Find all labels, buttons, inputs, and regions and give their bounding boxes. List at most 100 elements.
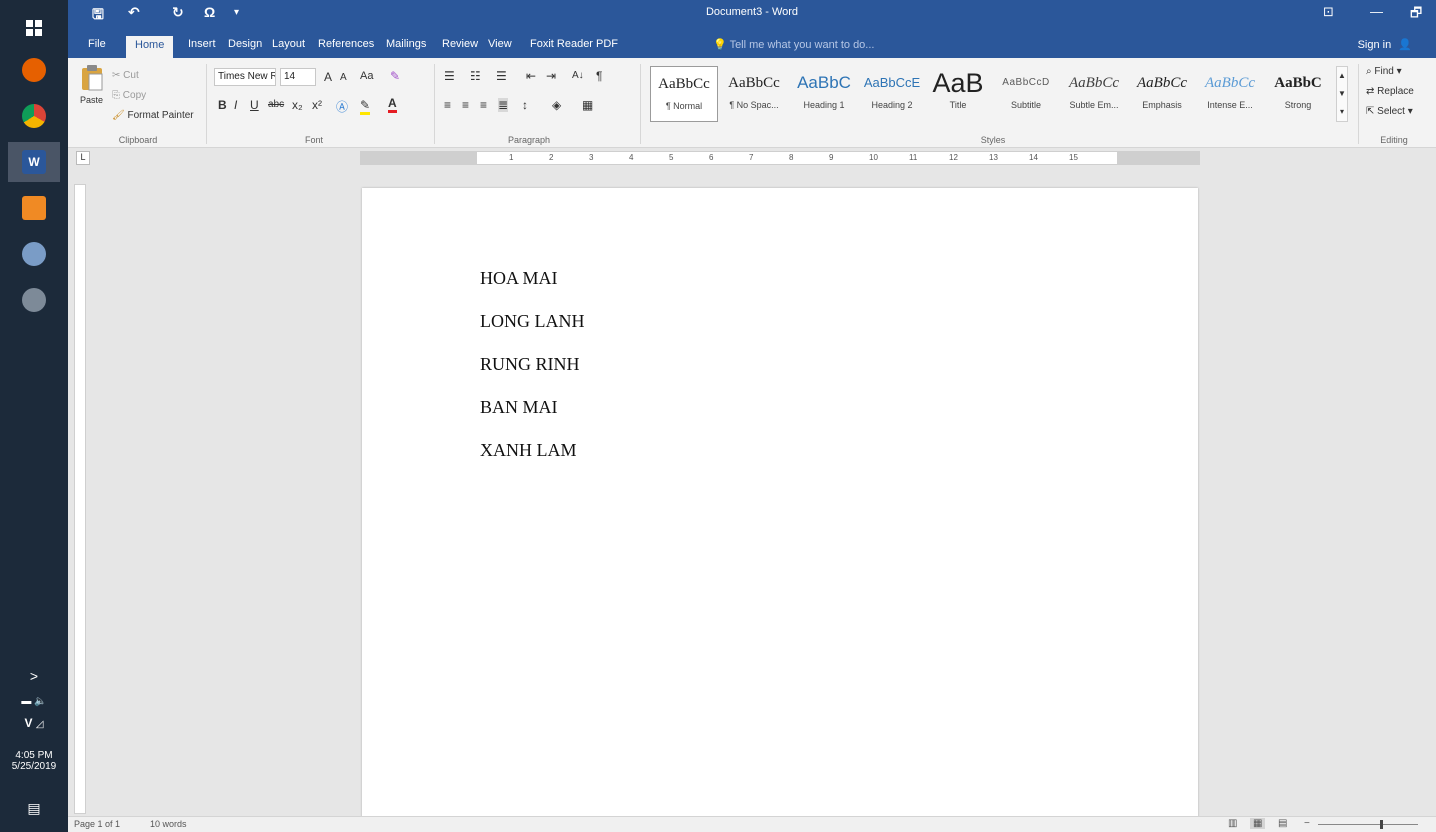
word-count[interactable]: 10 words [150, 819, 187, 829]
superscript-icon[interactable]: x² [312, 98, 322, 112]
input-method-indicator[interactable]: V ◿ [0, 716, 68, 730]
web-layout-icon[interactable]: ▤ [1278, 818, 1287, 829]
taskbar-word[interactable]: W [8, 142, 60, 182]
document-line[interactable]: HOA MAI [480, 268, 558, 289]
tab-selector[interactable]: L [76, 151, 90, 165]
shading-icon[interactable]: ◈ [552, 98, 561, 112]
network-volume-icons[interactable]: ▬ 🔈 [0, 696, 68, 707]
page-count[interactable]: Page 1 of 1 [74, 819, 120, 829]
sort-icon[interactable]: A↓ [572, 70, 584, 81]
document-line[interactable]: XANH LAM [480, 440, 577, 461]
font-color-icon[interactable]: A [388, 96, 397, 113]
vertical-ruler[interactable] [74, 184, 86, 814]
clear-formatting-icon[interactable]: ✎ [390, 69, 400, 83]
zoom-slider[interactable] [1318, 820, 1418, 829]
tab-design[interactable]: Design [228, 38, 262, 50]
ribbon-display-options-icon[interactable]: ⊡ [1323, 4, 1334, 20]
style-no-spacing[interactable]: AaBbCc ¶ No Spac... [720, 66, 788, 122]
left-margin-shade [361, 152, 477, 164]
style-title[interactable]: AaB Title [924, 66, 992, 122]
tab-foxit-reader-pdf[interactable]: Foxit Reader PDF [530, 38, 618, 50]
taskbar-app-gray[interactable] [14, 280, 54, 320]
italic-icon[interactable]: I [234, 98, 237, 112]
clock[interactable]: 4:05 PM 5/25/2019 [0, 750, 68, 772]
tab-review[interactable]: Review [442, 38, 478, 50]
style-normal[interactable]: AaBbCc ¶ Normal [650, 66, 718, 122]
styles-scroll[interactable]: ▲ ▼ ▾ [1336, 66, 1348, 122]
font-name-combo[interactable]: Times New Ro [214, 68, 276, 86]
select-button[interactable]: ⇱ Select ▾ [1366, 106, 1413, 117]
style-subtitle[interactable]: AaBbCcD Subtitle [992, 66, 1060, 122]
taskbar-app-orange[interactable] [14, 188, 54, 228]
zoom-out-icon[interactable]: − [1304, 818, 1310, 829]
scroll-down-icon[interactable]: ▼ [1337, 85, 1347, 103]
start-button[interactable] [14, 8, 54, 48]
align-right-icon[interactable]: ≡ [480, 98, 487, 112]
status-bar: Page 1 of 1 10 words ▥ ▦ ▤ − [68, 816, 1436, 832]
replace-button[interactable]: ⇄ Replace [1366, 86, 1414, 97]
line-spacing-icon[interactable]: ↕ [522, 98, 528, 112]
minimize-button[interactable]: — [1370, 4, 1383, 19]
zoom-slider-thumb[interactable] [1380, 820, 1383, 829]
copy-button[interactable]: ⎘ Copy [112, 90, 146, 101]
bullets-icon[interactable]: ☰ [444, 69, 455, 83]
styles-more-icon[interactable]: ▾ [1337, 103, 1347, 121]
text-effects-icon[interactable]: Ⓐ [336, 98, 348, 115]
taskbar-app-paint[interactable] [14, 234, 54, 274]
format-painter-button[interactable]: 🖌 Format Painter [112, 110, 194, 121]
ruler-number: 9 [829, 153, 834, 162]
tab-home[interactable]: Home [126, 36, 174, 58]
style-heading-2[interactable]: AaBbCcE Heading 2 [858, 66, 926, 122]
read-mode-icon[interactable]: ▥ [1228, 818, 1237, 829]
ruler-number: 6 [709, 153, 714, 162]
strikethrough-icon[interactable]: abc [268, 99, 284, 110]
document-line[interactable]: LONG LANH [480, 311, 584, 332]
font-size-combo[interactable]: 14 [280, 68, 316, 86]
bold-icon[interactable]: B [218, 98, 227, 112]
scroll-up-icon[interactable]: ▲ [1337, 67, 1347, 85]
subscript-icon[interactable]: x₂ [292, 98, 303, 112]
tab-layout[interactable]: Layout [272, 38, 305, 50]
tab-mailings[interactable]: Mailings [386, 38, 426, 50]
taskbar-firefox[interactable] [14, 50, 54, 90]
shrink-font-icon[interactable]: A [340, 72, 347, 83]
action-center-icon[interactable]: ▤ [0, 800, 68, 817]
paste-button[interactable]: Paste [80, 64, 106, 106]
increase-indent-icon[interactable]: ⇥ [546, 69, 556, 83]
style-strong[interactable]: AaBbC Strong [1264, 66, 1332, 122]
borders-icon[interactable]: ▦ [582, 98, 593, 112]
change-case-icon[interactable]: Aa [360, 70, 373, 82]
tab-references[interactable]: References [318, 38, 374, 50]
justify-icon[interactable]: ≣ [498, 98, 509, 112]
print-layout-icon[interactable]: ▦ [1250, 818, 1266, 829]
multilevel-list-icon[interactable]: ☰ [496, 69, 507, 83]
style-intense-emphasis[interactable]: AaBbCc Intense E... [1196, 66, 1264, 122]
ruler-number: 12 [949, 153, 958, 162]
align-center-icon[interactable]: ≡ [462, 98, 469, 112]
restore-button[interactable]: 🗗 [1410, 4, 1422, 26]
styles-group-label: Styles [980, 135, 1006, 145]
style-subtle-emphasis[interactable]: AaBbCc Subtle Em... [1060, 66, 1128, 122]
document-line[interactable]: RUNG RINH [480, 354, 580, 375]
show-hidden-icons-button[interactable]: > [0, 668, 68, 684]
style-emphasis[interactable]: AaBbCc Emphasis [1128, 66, 1196, 122]
document-page[interactable]: HOA MAI LONG LANH RUNG RINH BAN MAI XANH… [362, 188, 1198, 818]
style-heading-1[interactable]: AaBbC Heading 1 [790, 66, 858, 122]
align-left-icon[interactable]: ≡ [444, 98, 451, 112]
taskbar-chrome[interactable] [14, 96, 54, 136]
numbering-icon[interactable]: ☷ [470, 69, 481, 83]
sign-in-link[interactable]: Sign in 👤 [1358, 38, 1412, 51]
grow-font-icon[interactable]: A [324, 70, 332, 84]
document-line[interactable]: BAN MAI [480, 397, 558, 418]
decrease-indent-icon[interactable]: ⇤ [526, 69, 536, 83]
tab-view[interactable]: View [488, 38, 512, 50]
tab-insert[interactable]: Insert [188, 38, 216, 50]
horizontal-ruler[interactable]: 1 2 3 4 5 6 7 8 9 10 11 12 13 14 15 [360, 151, 1200, 165]
highlight-icon[interactable]: ✎ [360, 98, 371, 115]
show-formatting-icon[interactable]: ¶ [596, 69, 602, 83]
cut-button[interactable]: ✂ Cut [112, 70, 139, 81]
underline-icon[interactable]: U [250, 98, 259, 112]
tab-file[interactable]: File [88, 38, 106, 50]
find-button[interactable]: ⌕ Find ▾ [1366, 66, 1402, 77]
tell-me-box[interactable]: 💡 Tell me what you want to do... [713, 38, 874, 51]
